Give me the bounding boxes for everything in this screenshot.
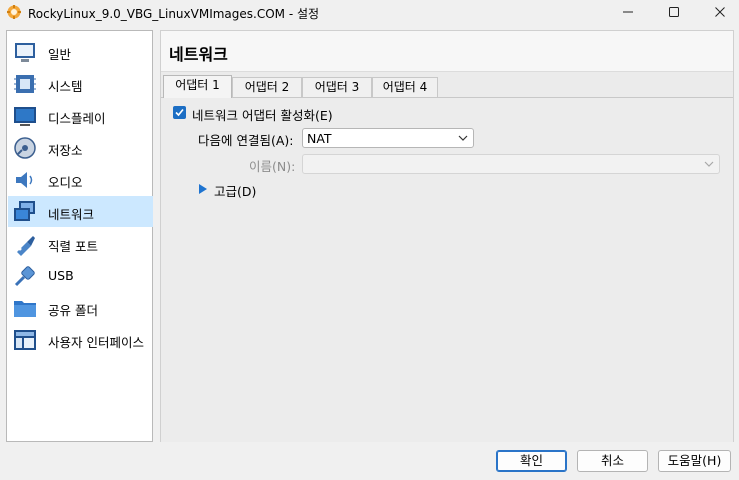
sidebar-item-label: 사용자 인터페이스 [48, 335, 144, 350]
sidebar-item-label: 시스템 [48, 79, 83, 94]
usb-icon [14, 266, 35, 287]
sidebar-item-display[interactable]: 디스플레이 [8, 100, 153, 131]
sidebar-item-label: 일반 [48, 47, 72, 62]
network-icon [14, 201, 35, 221]
enable-adapter-label: 네트워크 어댑터 활성화(E) [192, 108, 333, 123]
chevron-down-icon [458, 135, 468, 141]
close-icon [715, 7, 725, 17]
sidebar-item-serial-port[interactable]: 직렬 포트 [8, 228, 153, 259]
ok-button[interactable]: 확인 [496, 450, 567, 472]
help-button[interactable]: 도움말(H) [658, 450, 731, 472]
minimize-icon [623, 11, 633, 13]
sidebar-item-label: USB [48, 268, 74, 283]
tab-adapter-4[interactable]: 어댑터 4 [372, 77, 438, 97]
maximize-button[interactable] [651, 0, 697, 24]
sidebar-item-shared-folder[interactable]: 공유 폴더 [8, 292, 153, 323]
user-interface-icon [14, 330, 36, 350]
adapter-1-panel: 네트워크 어댑터 활성화(E) 다음에 연결됨(A): NAT 이름(N): 고… [161, 97, 733, 442]
sidebar-item-usb[interactable]: USB [8, 260, 153, 291]
name-select[interactable] [302, 154, 720, 174]
sidebar-item-label: 오디오 [48, 175, 83, 190]
name-label: 이름(N): [249, 159, 296, 174]
tab-adapter-3[interactable]: 어댑터 3 [302, 77, 372, 97]
sidebar-item-storage[interactable]: 저장소 [8, 132, 153, 163]
serial-port-icon [17, 236, 35, 256]
shared-folder-icon [14, 301, 36, 317]
sidebar-item-system[interactable]: 시스템 [8, 68, 153, 99]
sidebar-item-network[interactable]: 네트워크 [8, 196, 153, 227]
attached-to-select[interactable]: NAT [302, 128, 474, 148]
enable-adapter-checkbox[interactable] [173, 106, 186, 119]
sidebar-item-user-interface[interactable]: 사용자 인터페이스 [8, 324, 153, 355]
attached-to-value: NAT [307, 131, 332, 146]
close-button[interactable] [697, 0, 739, 24]
tab-adapter-1[interactable]: 어댑터 1 [163, 75, 232, 98]
maximize-icon [669, 7, 679, 17]
advanced-toggle[interactable]: 고급(D) [214, 181, 256, 200]
minimize-button[interactable] [605, 0, 651, 24]
audio-icon [16, 172, 33, 188]
virtualbox-app-icon [7, 5, 21, 19]
sidebar-item-label: 직렬 포트 [48, 239, 98, 254]
sidebar-item-label: 네트워크 [48, 207, 95, 222]
storage-icon [14, 137, 36, 159]
page-header: 네트워크 [161, 31, 733, 72]
general-icon [15, 43, 35, 62]
title-bar: RockyLinux_9.0_VBG_LinuxVMImages.COM - 설… [0, 0, 739, 24]
settings-sidebar: 일반 시스템 디스플레이 저장소 오디오 네트워크 직렬 포트 USB 공유 폴… [6, 30, 153, 442]
expand-arrow-icon[interactable] [199, 184, 207, 194]
checkmark-icon [175, 108, 184, 117]
settings-content: 네트워크 어댑터 1 어댑터 2 어댑터 3 어댑터 4 네트워크 어댑터 활성… [160, 30, 734, 442]
display-icon [14, 107, 36, 126]
tab-adapter-2[interactable]: 어댑터 2 [232, 77, 302, 97]
page-title: 네트워크 [169, 45, 228, 64]
sidebar-item-label: 공유 폴더 [48, 303, 98, 318]
window-title: RockyLinux_9.0_VBG_LinuxVMImages.COM - 설… [28, 7, 320, 21]
sidebar-item-audio[interactable]: 오디오 [8, 164, 153, 195]
attached-to-label: 다음에 연결됨(A): [198, 133, 294, 148]
chevron-down-icon [704, 161, 714, 167]
sidebar-item-general[interactable]: 일반 [8, 36, 153, 67]
system-icon [14, 75, 36, 93]
sidebar-item-label: 저장소 [48, 143, 83, 158]
sidebar-item-label: 디스플레이 [48, 111, 106, 126]
cancel-button[interactable]: 취소 [577, 450, 648, 472]
